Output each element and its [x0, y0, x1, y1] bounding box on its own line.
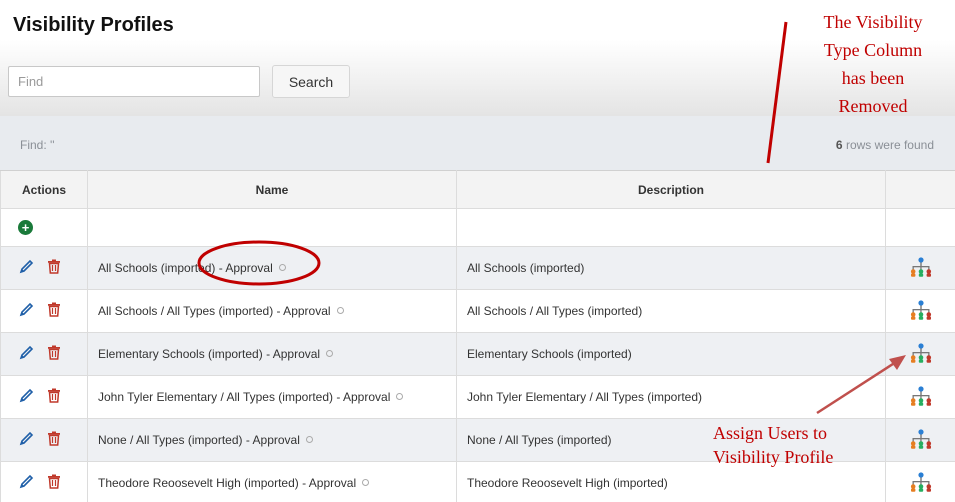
row-assign: [885, 418, 955, 462]
circle-icon[interactable]: [396, 393, 404, 400]
circle-icon[interactable]: [336, 307, 344, 314]
row-name-text: None / All Types (imported) - Approval: [98, 433, 300, 447]
trash-icon[interactable]: [47, 431, 61, 449]
table-header: Actions Name Description: [0, 170, 955, 209]
plus-circle-icon[interactable]: +: [18, 220, 33, 235]
pencil-icon[interactable]: [19, 259, 34, 277]
row-actions: [0, 375, 88, 419]
annotation-bottom-line: Assign Users to: [713, 423, 828, 443]
find-bar: [0, 116, 955, 170]
row-assign: [885, 375, 955, 419]
table-row: All Schools (imported) - Approval All Sc…: [0, 246, 955, 290]
org-chart-icon[interactable]: [909, 471, 933, 495]
row-name-text: Theodore Reoosevelt High (imported) - Ap…: [98, 476, 357, 490]
annotation-top-line: Removed: [838, 96, 908, 116]
page-title: Visibility Profiles: [13, 14, 174, 36]
col-name[interactable]: Name: [87, 170, 457, 209]
trash-icon[interactable]: [47, 259, 61, 277]
table-row: Elementary Schools (imported) - Approval…: [0, 332, 955, 376]
row-name: John Tyler Elementary / All Types (impor…: [87, 375, 457, 419]
find-label: Find: '': [20, 138, 55, 152]
col-assign: [885, 170, 955, 209]
rows-found: 6 rows were found: [836, 138, 934, 152]
row-actions: [0, 461, 88, 502]
table-row: All Schools / All Types (imported) - App…: [0, 289, 955, 333]
row-assign: [885, 289, 955, 333]
annotation-bottom: Assign Users to Visibility Profile: [713, 421, 853, 469]
circle-icon[interactable]: [278, 264, 286, 271]
circle-icon[interactable]: [305, 436, 313, 443]
annotation-top-line: Type Column: [823, 40, 923, 60]
trash-icon[interactable]: [47, 345, 61, 363]
org-chart-icon[interactable]: [909, 342, 933, 366]
row-assign: [885, 332, 955, 376]
pencil-icon[interactable]: [19, 431, 34, 449]
org-chart-icon[interactable]: [909, 256, 933, 280]
pencil-icon[interactable]: [19, 474, 34, 492]
row-name-text: All Schools (imported) - Approval: [98, 261, 273, 275]
org-chart-icon[interactable]: [909, 385, 933, 409]
trash-icon[interactable]: [47, 388, 61, 406]
add-row: +: [0, 208, 955, 247]
row-actions: [0, 332, 88, 376]
row-actions: [0, 418, 88, 462]
table-row: John Tyler Elementary / All Types (impor…: [0, 375, 955, 419]
circle-icon[interactable]: [326, 350, 334, 357]
row-description: Elementary Schools (imported): [456, 332, 886, 376]
trash-icon[interactable]: [47, 302, 61, 320]
pencil-icon[interactable]: [19, 345, 34, 363]
annotation-top: The Visibility Type Column has been Remo…: [808, 8, 938, 120]
search-button[interactable]: Search: [272, 65, 350, 98]
rows-count: 6: [835, 138, 843, 152]
row-name: Theodore Reoosevelt High (imported) - Ap…: [87, 461, 457, 502]
row-name-text: Elementary Schools (imported) - Approval: [98, 347, 321, 361]
row-actions: [0, 246, 88, 290]
row-name-text: All Schools / All Types (imported) - App…: [98, 304, 331, 318]
search-input[interactable]: [8, 66, 260, 97]
row-name-text: John Tyler Elementary / All Types (impor…: [98, 390, 391, 404]
circle-icon[interactable]: [362, 479, 370, 486]
col-description[interactable]: Description: [456, 170, 886, 209]
rows-suffix: rows were found: [842, 138, 934, 152]
row-assign: [885, 246, 955, 290]
row-actions: [0, 289, 88, 333]
annotation-top-line: The Visibility: [823, 12, 923, 32]
pencil-icon[interactable]: [19, 302, 34, 320]
row-name: None / All Types (imported) - Approval: [87, 418, 457, 462]
row-name: All Schools (imported) - Approval: [87, 246, 457, 290]
row-description: All Schools / All Types (imported): [456, 289, 886, 333]
annotation-top-line: has been: [841, 68, 905, 88]
pencil-icon[interactable]: [19, 388, 34, 406]
col-actions[interactable]: Actions: [0, 170, 88, 209]
row-name: Elementary Schools (imported) - Approval: [87, 332, 457, 376]
trash-icon[interactable]: [47, 474, 61, 492]
org-chart-icon[interactable]: [909, 428, 933, 452]
row-description: All Schools (imported): [456, 246, 886, 290]
annotation-bottom-line: Visibility Profile: [713, 447, 834, 467]
row-assign: [885, 461, 955, 502]
row-description: John Tyler Elementary / All Types (impor…: [456, 375, 886, 419]
row-name: All Schools / All Types (imported) - App…: [87, 289, 457, 333]
org-chart-icon[interactable]: [909, 299, 933, 323]
